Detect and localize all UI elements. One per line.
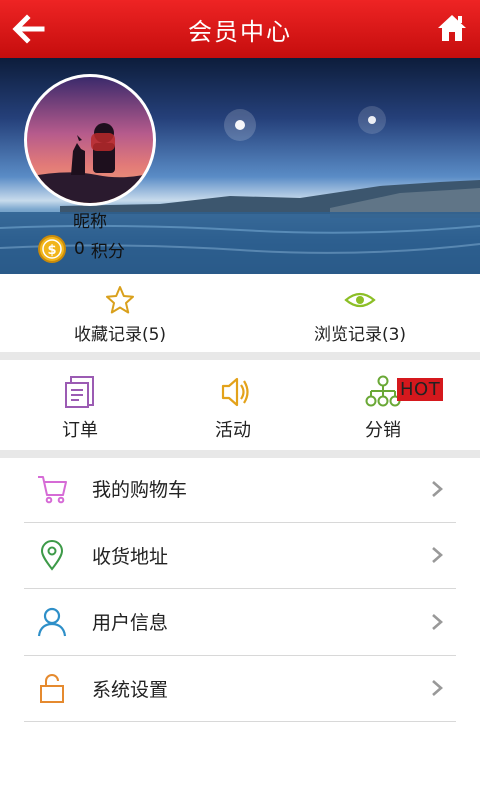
home-icon[interactable] [436,12,468,44]
chevron-right-icon [432,547,443,564]
order-icon [65,376,94,408]
points-display: $ 0 积分 [38,234,125,264]
favorites-record[interactable]: 收藏记录(5) [0,274,240,352]
list-item-settings[interactable]: 系统设置 [24,656,456,722]
orders-button[interactable]: 订单 [30,374,130,442]
avatar-image [27,123,153,203]
coin-icon: $ [38,235,66,263]
avatar[interactable] [24,74,156,206]
distribution-label: 分销 [365,420,401,441]
lock-icon [40,674,64,704]
points-value: 0 [74,239,85,259]
list-item-cart[interactable]: 我的购物车 [24,456,456,523]
top-bar: 会员中心 [0,0,480,58]
settings-label: 系统设置 [92,678,169,701]
list-item-user-info[interactable]: 用户信息 [24,589,456,656]
chevron-right-icon [432,480,443,497]
hot-badge: HOT [397,378,444,401]
activity-button[interactable]: 活动 [183,374,283,442]
profile-banner: 昵称 $ 0 积分 [0,58,480,274]
distribution-icon [365,375,401,407]
cart-icon [38,475,67,504]
list-item-address[interactable]: 收货地址 [24,523,456,589]
user-info-label: 用户信息 [92,612,169,635]
page-title: 会员中心 [188,17,292,46]
back-arrow-icon[interactable] [10,12,46,46]
distribution-button[interactable]: HOT 分销 [333,374,444,442]
chevron-right-icon [432,680,443,697]
location-pin-icon [40,540,64,571]
star-icon [106,286,134,314]
history-record[interactable]: 浏览记录(3) [240,274,480,352]
points-label: 积分 [90,241,125,262]
shortcut-menu: 订单 活动 HOT 分销 [0,360,480,450]
svg-text:$: $ [47,243,56,258]
orders-label: 订单 [62,420,98,441]
records-row: 收藏记录(5) 浏览记录(3) [0,274,480,352]
history-label: 浏览记录(3) [313,325,407,345]
settings-list: 我的购物车 收货地址 用户信息 系统设置 [24,456,456,722]
address-label: 收货地址 [92,545,169,568]
eye-icon [344,292,376,308]
nickname: 昵称 [73,212,107,232]
speaker-icon [221,377,249,407]
chevron-right-icon [432,613,443,630]
divider [0,352,480,360]
favorites-label: 收藏记录(5) [73,325,167,345]
user-icon [37,607,67,636]
cart-label: 我的购物车 [92,479,188,502]
activity-label: 活动 [215,420,251,441]
